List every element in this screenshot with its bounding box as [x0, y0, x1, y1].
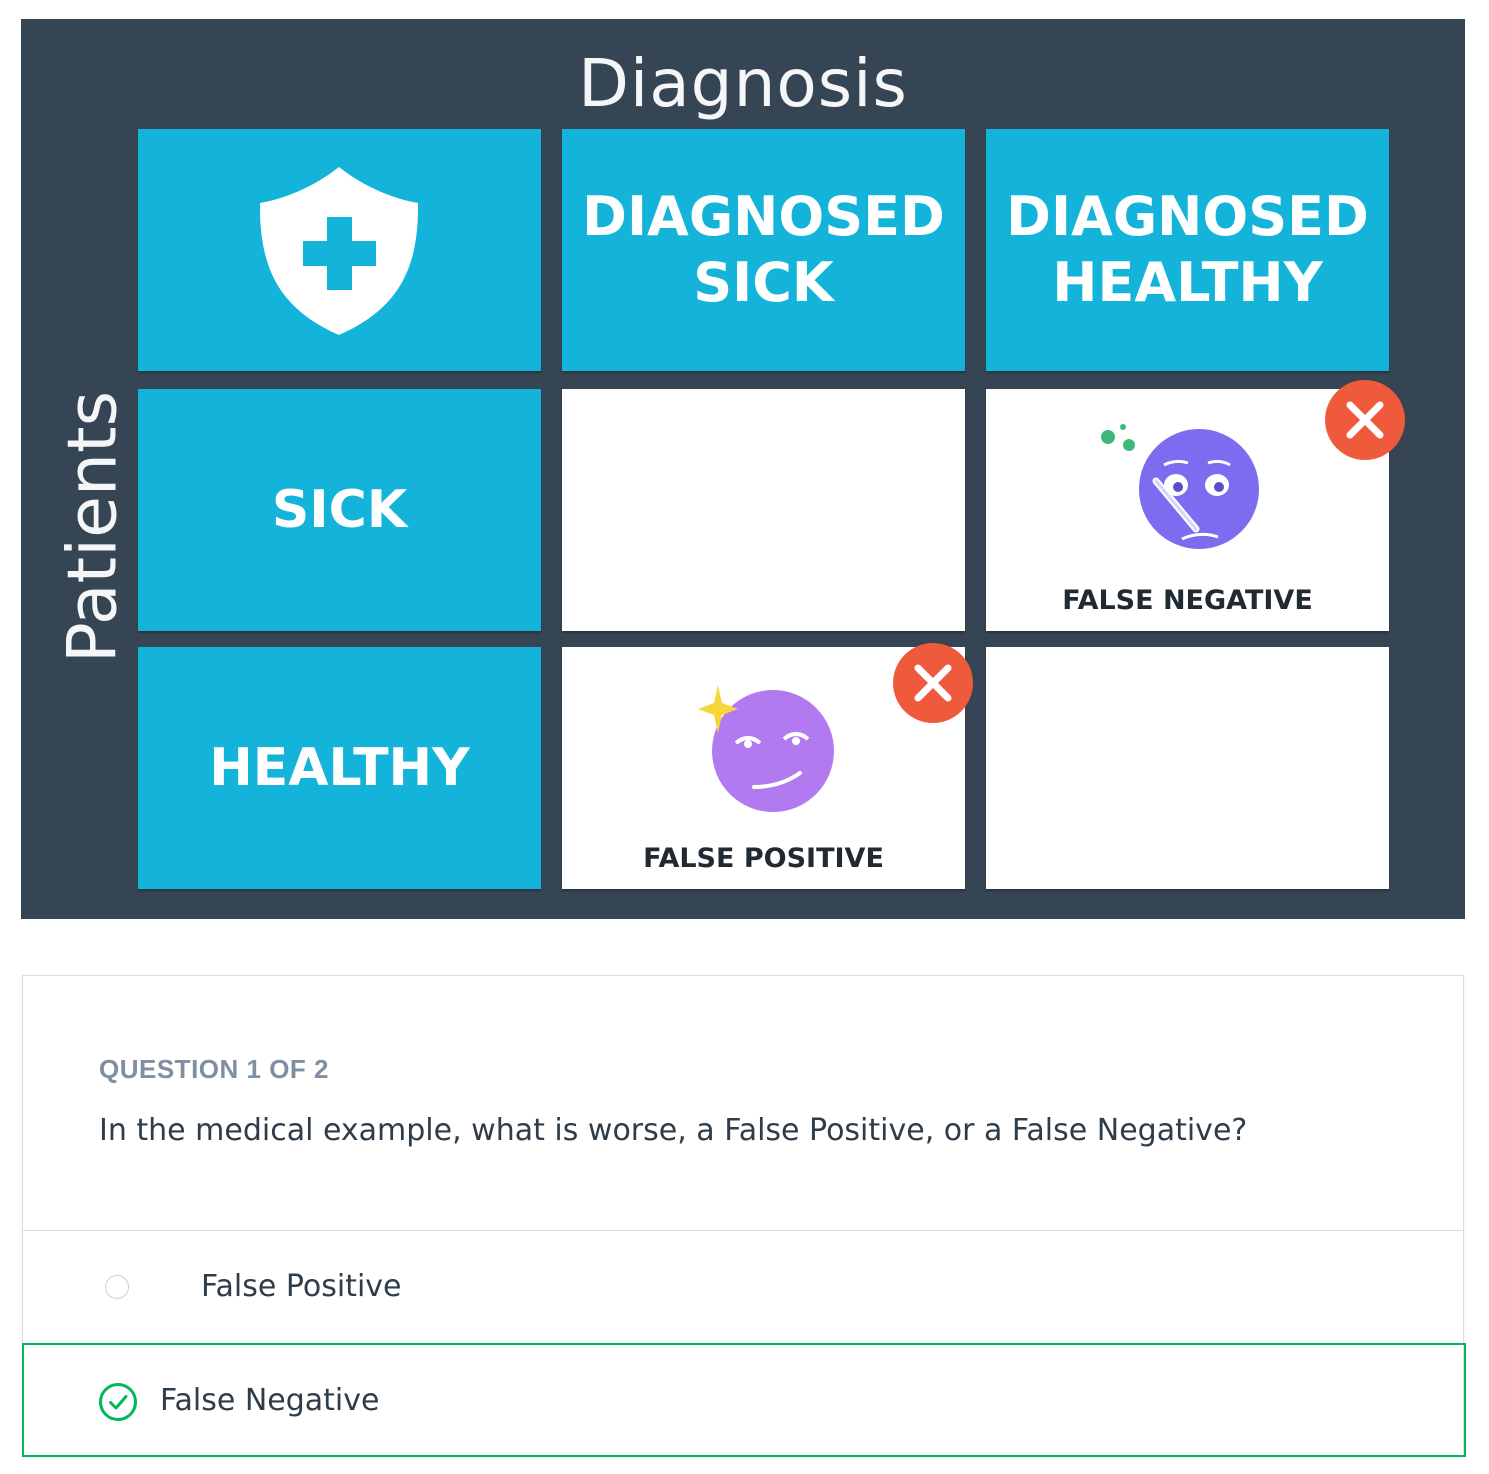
true-positive-cell	[562, 389, 965, 631]
row-sick-label: SICK	[271, 480, 408, 540]
close-icon	[1325, 380, 1405, 460]
question-counter: QUESTION 1 OF 2	[99, 1054, 329, 1084]
close-icon	[893, 643, 973, 723]
video-slide: Diagnosis Patients DIAGNOSED SICK DIAGNO…	[21, 19, 1465, 919]
radio-button[interactable]	[105, 1275, 129, 1299]
header-diagnosed-healthy: DIAGNOSED HEALTHY	[986, 129, 1389, 371]
false-positive-label: FALSE POSITIVE	[643, 843, 884, 874]
question-text: In the medical example, what is worse, a…	[99, 1113, 1248, 1148]
row-sick: SICK	[138, 389, 541, 631]
option-false-negative[interactable]: False Negative	[22, 1343, 1466, 1457]
row-healthy-label: HEALTHY	[209, 738, 470, 798]
option-label: False Positive	[201, 1269, 402, 1304]
quiz-card: QUESTION 1 OF 2 In the medical example, …	[22, 975, 1466, 1457]
header-diagnosed-healthy-label: DIAGNOSED HEALTHY	[1006, 185, 1369, 314]
shield-plus-icon	[259, 167, 419, 335]
false-negative-label: FALSE NEGATIVE	[1062, 585, 1313, 616]
option-false-positive[interactable]: False Positive	[23, 1231, 1463, 1343]
option-label: False Negative	[160, 1383, 380, 1418]
header-diagnosed-sick-label: DIAGNOSED SICK	[582, 185, 945, 314]
row-healthy: HEALTHY	[138, 647, 541, 889]
check-circle-icon[interactable]	[98, 1382, 138, 1422]
true-negative-cell	[986, 647, 1389, 889]
patients-axis-label: Patients	[53, 390, 133, 664]
header-diagnosed-sick: DIAGNOSED SICK	[562, 129, 965, 371]
slide-title: Diagnosis	[578, 45, 908, 122]
shield-tile	[138, 129, 541, 371]
